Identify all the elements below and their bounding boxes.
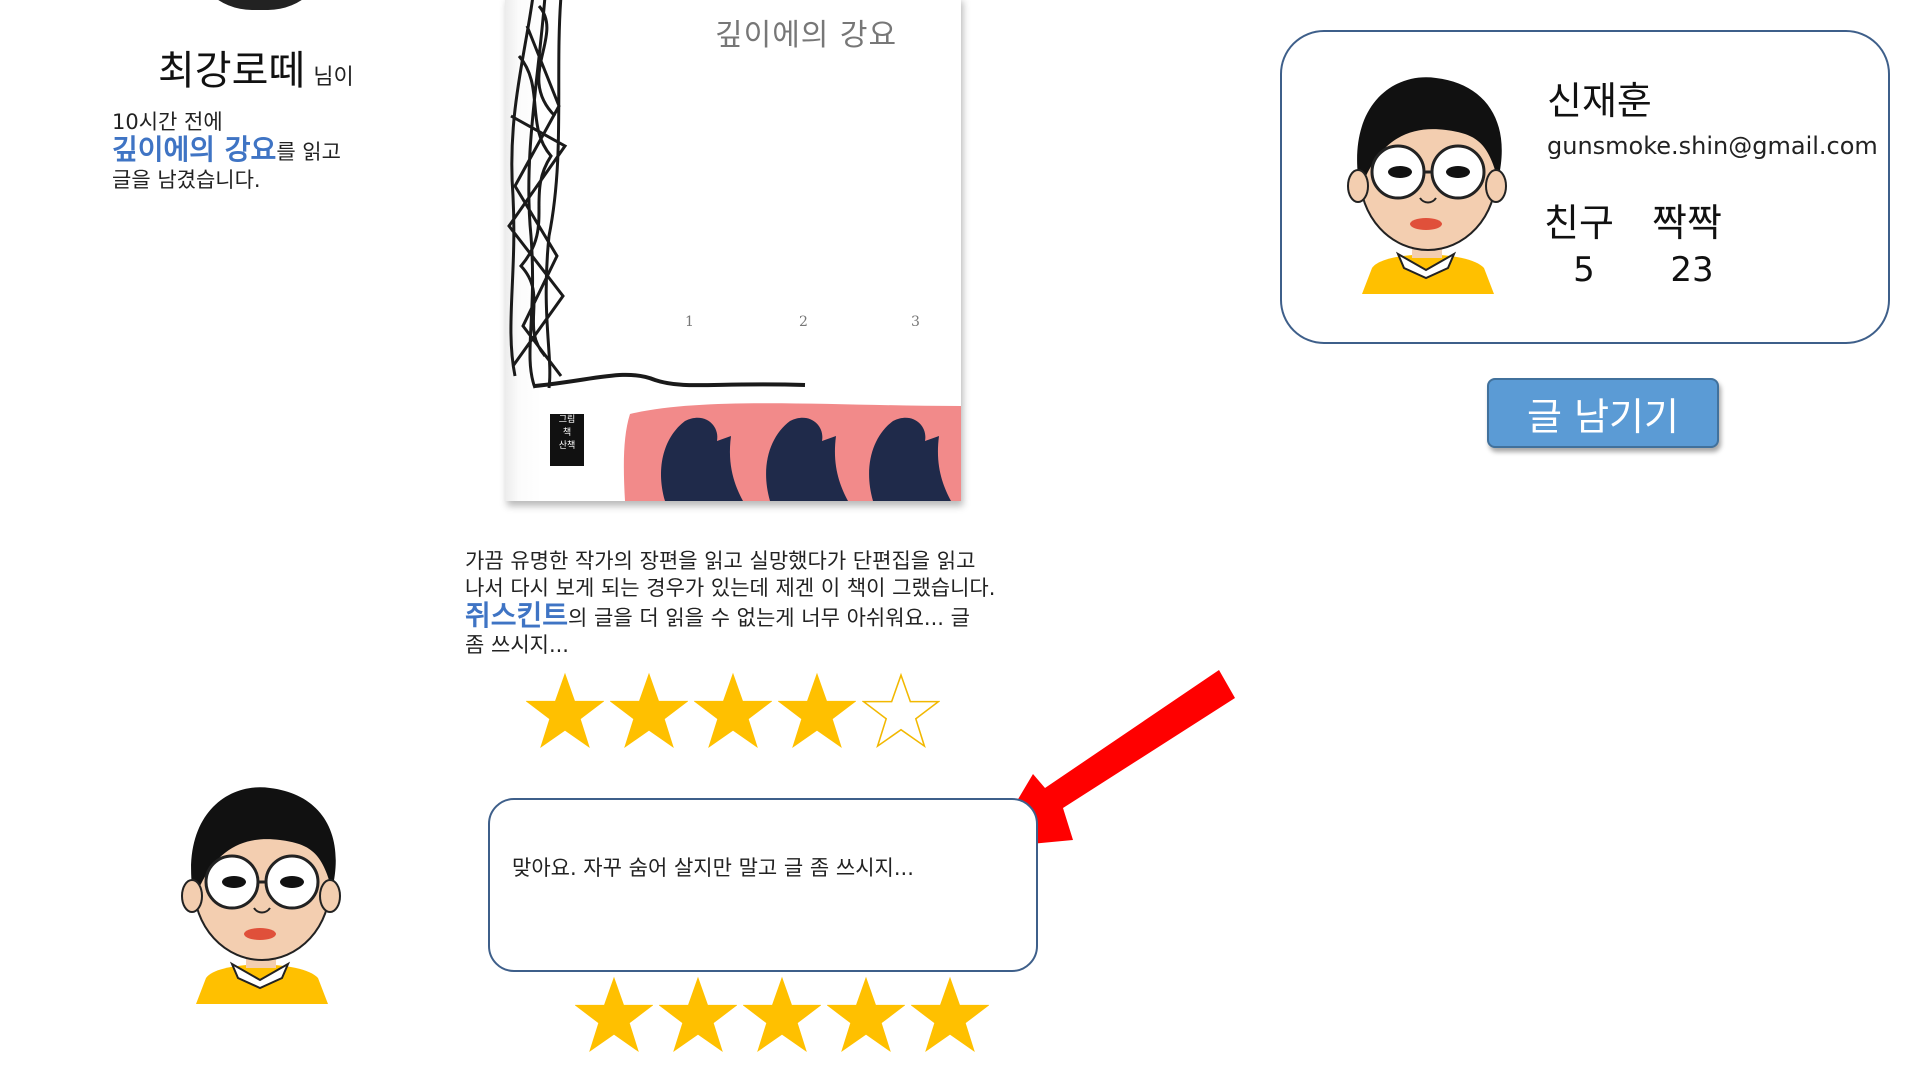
star-filled-icon[interactable] xyxy=(911,976,989,1054)
star-filled-icon[interactable] xyxy=(659,976,737,1054)
comment-rating[interactable] xyxy=(575,976,989,1054)
review-rating xyxy=(526,672,940,750)
review-line: 좀 쓰시지... xyxy=(465,633,569,657)
star-filled-icon xyxy=(778,672,856,749)
commenter-avatar xyxy=(181,787,341,1004)
star-filled-icon xyxy=(526,672,604,749)
review-line: 나서 다시 보게 되는 경우가 있는데 제겐 이 책이 그랬습니다. xyxy=(465,576,996,600)
comment-input[interactable]: 맞아요. 자꾸 숨어 살지만 말고 글 좀 쓰시지... xyxy=(512,852,1012,912)
profile-card: 신재훈 gunsmoke.shin@gmail.com 친구 5 짝짝 23 xyxy=(1280,30,1890,344)
profile-avatar xyxy=(1347,77,1507,294)
nickname[interactable]: 최강로떼 xyxy=(158,48,305,94)
star-filled-icon xyxy=(694,672,772,749)
write-post-button[interactable]: 글 남기기 xyxy=(1487,378,1719,448)
star-filled-icon[interactable] xyxy=(827,976,905,1054)
book-cover-title: 깊이에의 강요 xyxy=(715,18,898,53)
book-cover-number: 1 xyxy=(685,314,694,330)
friends-label[interactable]: 친구 xyxy=(1544,192,1614,247)
comment-box[interactable]: 맞아요. 자꾸 숨어 살지만 말고 글 좀 쓰시지... xyxy=(488,798,1038,972)
star-empty-icon xyxy=(862,672,940,749)
pairs-count[interactable]: 23 xyxy=(1652,250,1732,290)
pairs-label[interactable]: 짝짝 xyxy=(1652,192,1722,247)
review-line: 의 글을 더 읽을 수 없는게 너무 아쉬워요... 글 xyxy=(568,606,970,630)
star-filled-icon[interactable] xyxy=(743,976,821,1054)
activity-time: 10시간 전에 xyxy=(112,110,223,134)
profile-name: 신재훈 xyxy=(1547,79,1652,123)
star-filled-icon[interactable] xyxy=(575,976,653,1054)
book-cover-number: 3 xyxy=(911,314,920,330)
activity-action: 를 읽고 xyxy=(276,140,341,164)
review-line: 가끔 유명한 작가의 장편을 읽고 실망했다가 단편집을 읽고 xyxy=(465,549,976,573)
book-title-link[interactable]: 깊이에의 강요 xyxy=(112,133,276,166)
profile-email: gunsmoke.shin@gmail.com xyxy=(1547,132,1878,160)
activity-description: 10시간 전에 깊이에의 강요를 읽고 글을 남겼습니다. xyxy=(112,108,412,194)
author-link[interactable]: 쥐스킨트 xyxy=(465,599,568,632)
activity-action-line2: 글을 남겼습니다. xyxy=(112,168,261,192)
book-cover-number: 2 xyxy=(799,314,808,330)
honorific: 님이 xyxy=(313,65,354,90)
book-cover[interactable]: 깊이에의 강요 1 2 3 그림 책 산책 xyxy=(505,0,961,501)
friends-count[interactable]: 5 xyxy=(1544,250,1624,290)
top-avatar-partial xyxy=(190,0,330,10)
star-filled-icon xyxy=(610,672,688,749)
review-text: 가끔 유명한 작가의 장편을 읽고 실망했다가 단편집을 읽고 나서 다시 보게… xyxy=(465,548,1065,659)
activity-header: 최강로떼 님이 xyxy=(158,38,354,96)
publisher-logo: 그림 책 산책 xyxy=(550,414,584,466)
